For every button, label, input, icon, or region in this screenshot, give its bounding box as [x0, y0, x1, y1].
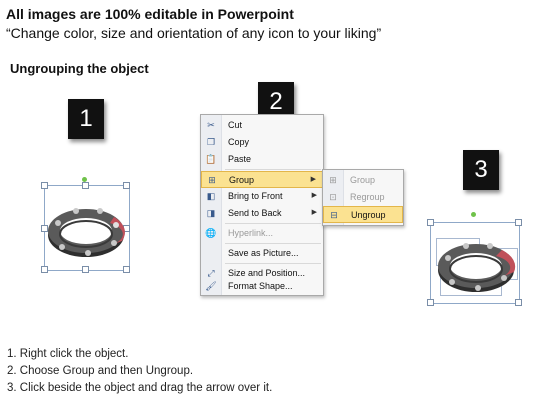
send-back-icon: ◨: [206, 208, 216, 218]
menu-item-cut[interactable]: ✂ Cut: [201, 117, 323, 134]
instruction-item: 3. Click beside the object and drag the …: [7, 382, 273, 394]
submenu-item-group[interactable]: ⊞ Group: [323, 172, 403, 189]
submenu-arrow-icon: ▶: [311, 209, 317, 216]
menu-item-label: Group: [350, 175, 376, 185]
resize-handle[interactable]: [82, 266, 89, 273]
context-menu: ✂ Cut ❐ Copy 📋 Paste ⊞ Group ▶ ◧ Bring t…: [200, 114, 324, 296]
menu-item-label: Bring to Front: [228, 191, 283, 201]
page-title: All images are 100% editable in Powerpoi…: [6, 6, 294, 22]
instruction-item: 2. Choose Group and then Ungroup.: [7, 365, 194, 377]
copy-icon: ❐: [206, 137, 216, 147]
menu-item-label: Regroup: [350, 192, 385, 202]
menu-item-hyperlink[interactable]: 🌐 Hyperlink...: [201, 225, 323, 242]
resize-handle[interactable]: [41, 182, 48, 189]
menu-item-label: Send to Back: [228, 208, 282, 218]
menu-item-label: Ungroup: [351, 210, 386, 220]
resize-handle[interactable]: [123, 182, 130, 189]
menu-item-label: Save as Picture...: [228, 248, 299, 258]
group-submenu: ⊞ Group ⊡ Regroup ⊟ Ungroup: [322, 169, 404, 226]
paste-icon: 📋: [205, 154, 217, 164]
menu-separator: [225, 263, 321, 264]
submenu-item-regroup[interactable]: ⊡ Regroup: [323, 189, 403, 206]
submenu-item-ungroup[interactable]: ⊟ Ungroup: [323, 206, 403, 223]
ring-diagram: [48, 208, 125, 257]
menu-item-label: Cut: [228, 120, 243, 130]
menu-item-group[interactable]: ⊞ Group ▶: [201, 171, 323, 188]
group-icon: ⊞: [329, 175, 337, 185]
menu-separator: [225, 243, 321, 244]
resize-handle[interactable]: [82, 182, 89, 189]
page-subtitle: “Change color, size and orientation of a…: [6, 25, 382, 41]
resize-handle[interactable]: [427, 299, 434, 306]
menu-separator: [225, 169, 321, 170]
resize-handle[interactable]: [123, 266, 130, 273]
rotation-handle[interactable]: [471, 212, 476, 217]
instructions-list: 1. Right click the object. 2. Choose Gro…: [7, 346, 272, 397]
menu-item-label: Paste: [228, 154, 252, 164]
menu-item-label: Size and Position...: [228, 268, 306, 278]
bring-front-icon: ◧: [206, 191, 216, 201]
menu-item-label: Hyperlink...: [228, 228, 274, 238]
hyperlink-icon: 🌐: [205, 228, 217, 238]
step-1-badge: 1: [68, 99, 104, 139]
instruction-item: 1. Right click the object.: [7, 348, 129, 360]
ring-diagram-ungrouped: [438, 243, 516, 292]
menu-item-label: Copy: [228, 137, 250, 147]
step-3-badge: 3: [463, 150, 499, 190]
menu-item-label: Format Shape...: [228, 281, 293, 291]
section-title: Ungrouping the object: [10, 61, 149, 76]
resize-handle[interactable]: [427, 219, 434, 226]
resize-handle[interactable]: [515, 219, 522, 226]
regroup-icon: ⊡: [329, 192, 337, 202]
menu-item-bring-to-front[interactable]: ◧ Bring to Front ▶: [201, 188, 323, 205]
scissors-icon: ✂: [207, 120, 215, 130]
ungroup-icon: ⊟: [330, 210, 338, 220]
resize-handle[interactable]: [41, 266, 48, 273]
menu-item-send-to-back[interactable]: ◨ Send to Back ▶: [201, 205, 323, 222]
menu-item-save-as-picture[interactable]: Save as Picture...: [201, 245, 323, 262]
menu-item-paste[interactable]: 📋 Paste: [201, 151, 323, 168]
menu-separator: [225, 223, 321, 224]
submenu-arrow-icon: ▶: [310, 176, 316, 183]
menu-item-label: Group: [229, 175, 255, 185]
format-shape-icon: 🖌: [205, 281, 217, 291]
menu-item-copy[interactable]: ❐ Copy: [201, 134, 323, 151]
group-icon: ⊞: [208, 175, 216, 185]
menu-item-format-shape[interactable]: 🖌 Format Shape...: [201, 278, 323, 295]
submenu-arrow-icon: ▶: [311, 192, 317, 199]
resize-handle[interactable]: [515, 299, 522, 306]
